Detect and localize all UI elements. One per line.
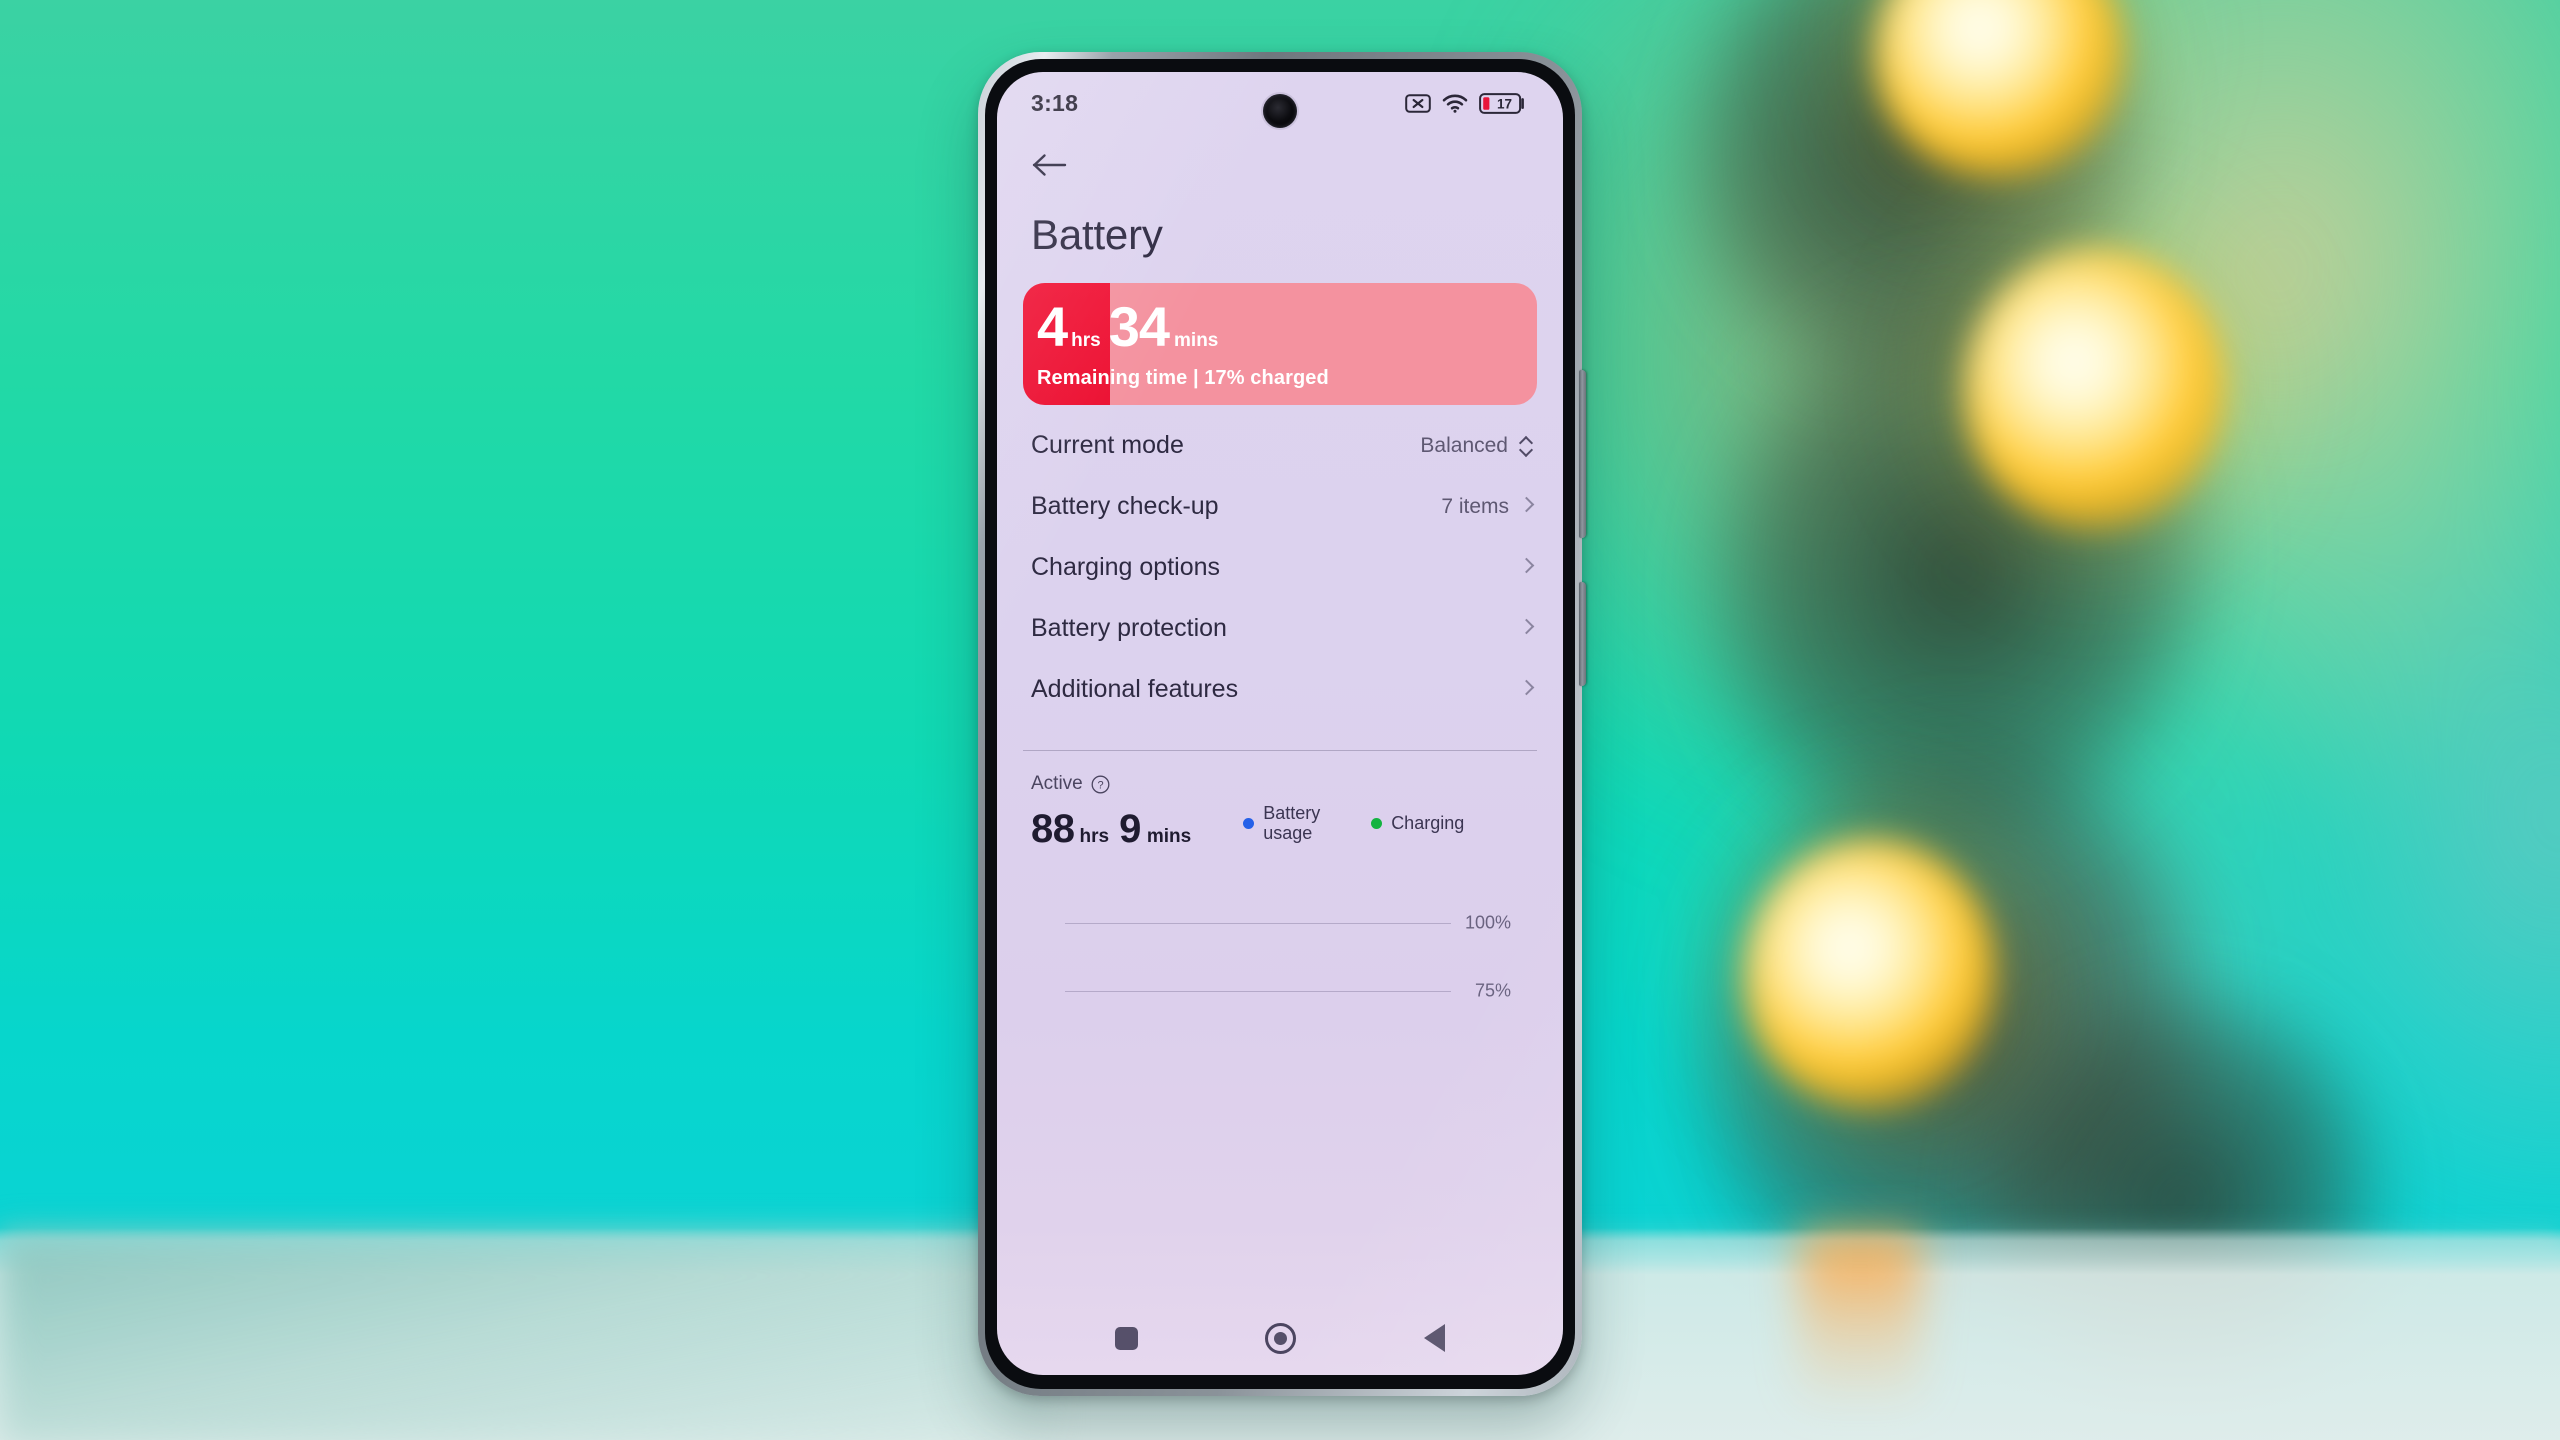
svg-text:?: ? — [1097, 779, 1103, 791]
battery-remaining-card[interactable]: 4 hrs 34 mins Remaining time | 17% charg… — [1023, 283, 1537, 405]
chart-gridline — [1065, 923, 1451, 925]
row-trailing — [1509, 618, 1533, 640]
row-label: Charging options — [1031, 553, 1221, 581]
front-camera-icon — [1263, 94, 1297, 128]
tabletop-surface-left — [0, 1236, 1050, 1440]
phone-bezel: 3:18 17 Battery 4 hrs 34 mins Remaining … — [985, 59, 1575, 1389]
settings-row-battery-protection[interactable]: Battery protection — [997, 598, 1563, 659]
settings-row-charging-options[interactable]: Charging options — [997, 537, 1563, 598]
android-navigation-bar — [997, 1301, 1563, 1375]
row-value: Balanced — [1420, 433, 1508, 457]
active-usage-section: Active ? 88 hrs 9 mins Battery usage Cha… — [997, 751, 1563, 1065]
circle-icon[interactable] — [1265, 1322, 1297, 1354]
active-stats-row: 88 hrs 9 mins Battery usage Charging — [1031, 803, 1537, 849]
volume-rocker-button[interactable] — [1579, 370, 1586, 538]
battery-percent-text: 17 — [1497, 96, 1512, 111]
remaining-minutes-value: 34 — [1108, 295, 1170, 358]
battery-icon: 17 — [1479, 92, 1524, 114]
settings-list: Current mode Balanced Battery check-up 7… — [997, 415, 1563, 720]
chevron-right-icon — [1520, 496, 1533, 518]
remaining-hours-value: 4 — [1037, 295, 1068, 358]
legend-label: Battery usage — [1263, 803, 1321, 844]
phone-screen: 3:18 17 Battery 4 hrs 34 mins Remaining … — [997, 72, 1563, 1375]
smartphone-device: 3:18 17 Battery 4 hrs 34 mins Remaining … — [978, 52, 1586, 1396]
active-minutes-unit: mins — [1146, 826, 1192, 848]
square-icon[interactable] — [1114, 1326, 1138, 1350]
back-button-row — [997, 134, 1563, 185]
active-label: Active — [1031, 773, 1083, 794]
row-trailing: 7 items — [1441, 495, 1533, 519]
chart-legend: Battery usage Charging — [1243, 803, 1464, 843]
active-hours-value: 88 — [1031, 807, 1075, 852]
battery-settings-screen: Battery 4 hrs 34 mins Remaining time | 1… — [997, 134, 1563, 1301]
row-label: Additional features — [1031, 675, 1239, 703]
legend-dot-charging — [1371, 817, 1383, 829]
bokeh-light — [1965, 250, 2225, 530]
row-value: 7 items — [1441, 494, 1509, 518]
chevron-right-icon — [1520, 618, 1533, 640]
legend-label: Charging — [1391, 813, 1465, 834]
no-sim-icon — [1405, 93, 1431, 113]
row-trailing: Balanced — [1420, 434, 1533, 458]
row-trailing — [1509, 557, 1533, 579]
status-bar-icons: 17 — [1405, 92, 1525, 114]
chevron-right-icon — [1520, 557, 1533, 579]
row-label: Current mode — [1031, 431, 1184, 459]
chart-gridline — [1065, 991, 1451, 993]
triangle-left-icon[interactable] — [1424, 1324, 1446, 1352]
legend-item-charging: Charging — [1371, 813, 1464, 833]
active-time-value: 88 hrs 9 mins — [1031, 809, 1191, 849]
battery-history-chart: 100% 75% — [1031, 865, 1537, 1065]
row-label: Battery check-up — [1031, 492, 1219, 520]
remaining-minutes-unit: mins — [1174, 330, 1219, 351]
power-button[interactable] — [1579, 582, 1586, 686]
row-trailing — [1509, 679, 1533, 701]
updown-chevron-icon[interactable] — [1519, 435, 1533, 457]
arrow-left-icon[interactable] — [1031, 150, 1069, 180]
battery-card-content: 4 hrs 34 mins Remaining time | 17% charg… — [1023, 283, 1537, 405]
row-label: Battery protection — [1031, 614, 1227, 642]
chart-gridline-label: 75% — [1474, 980, 1511, 1001]
wifi-icon — [1442, 94, 1468, 113]
active-minutes-value: 9 — [1119, 807, 1141, 852]
settings-row-additional-features[interactable]: Additional features — [997, 659, 1563, 720]
remaining-hours-unit: hrs — [1071, 330, 1101, 351]
legend-dot-battery-usage — [1243, 817, 1255, 829]
light-reflection-streak — [1800, 1232, 1920, 1412]
active-hours-unit: hrs — [1079, 826, 1110, 848]
status-bar-clock: 3:18 — [1031, 89, 1079, 116]
legend-item-battery-usage: Battery usage — [1243, 803, 1337, 843]
battery-card-subtitle: Remaining time | 17% charged — [1037, 367, 1329, 389]
page-title: Battery — [1031, 211, 1163, 258]
chart-gridline-label: 100% — [1464, 912, 1511, 933]
chevron-right-icon — [1520, 679, 1533, 701]
remaining-time-value: 4 hrs 34 mins — [1037, 299, 1537, 355]
question-mark-circle-icon[interactable]: ? — [1091, 775, 1110, 794]
active-header: Active ? — [1031, 773, 1537, 795]
settings-row-current-mode[interactable]: Current mode Balanced — [997, 415, 1563, 476]
bokeh-light — [1745, 840, 1995, 1110]
settings-row-battery-check-up[interactable]: Battery check-up 7 items — [997, 476, 1563, 537]
